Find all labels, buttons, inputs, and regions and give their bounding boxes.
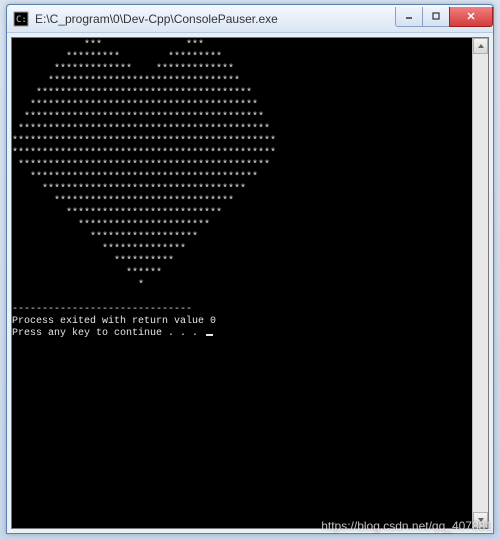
vertical-scrollbar[interactable] bbox=[472, 38, 488, 528]
window-title: E:\C_program\0\Dev-Cpp\ConsolePauser.exe bbox=[35, 12, 396, 26]
maximize-button[interactable] bbox=[422, 7, 450, 27]
close-button[interactable] bbox=[449, 7, 493, 27]
cursor bbox=[206, 334, 213, 336]
app-icon: C: bbox=[13, 11, 29, 27]
window-buttons bbox=[396, 7, 493, 27]
minimize-button[interactable] bbox=[395, 7, 423, 27]
watermark-text: https://blog.csdn.net/qq_407881 bbox=[321, 519, 492, 533]
console-window: C: E:\C_program\0\Dev-Cpp\ConsolePauser.… bbox=[6, 4, 494, 534]
titlebar[interactable]: C: E:\C_program\0\Dev-Cpp\ConsolePauser.… bbox=[7, 5, 493, 33]
scroll-up-button[interactable] bbox=[473, 38, 488, 54]
scroll-track[interactable] bbox=[473, 54, 488, 512]
svg-text:C:: C: bbox=[16, 15, 27, 25]
console-output: *** *** ********* ********* ************… bbox=[12, 38, 488, 340]
console-client-area: *** *** ********* ********* ************… bbox=[11, 37, 489, 529]
